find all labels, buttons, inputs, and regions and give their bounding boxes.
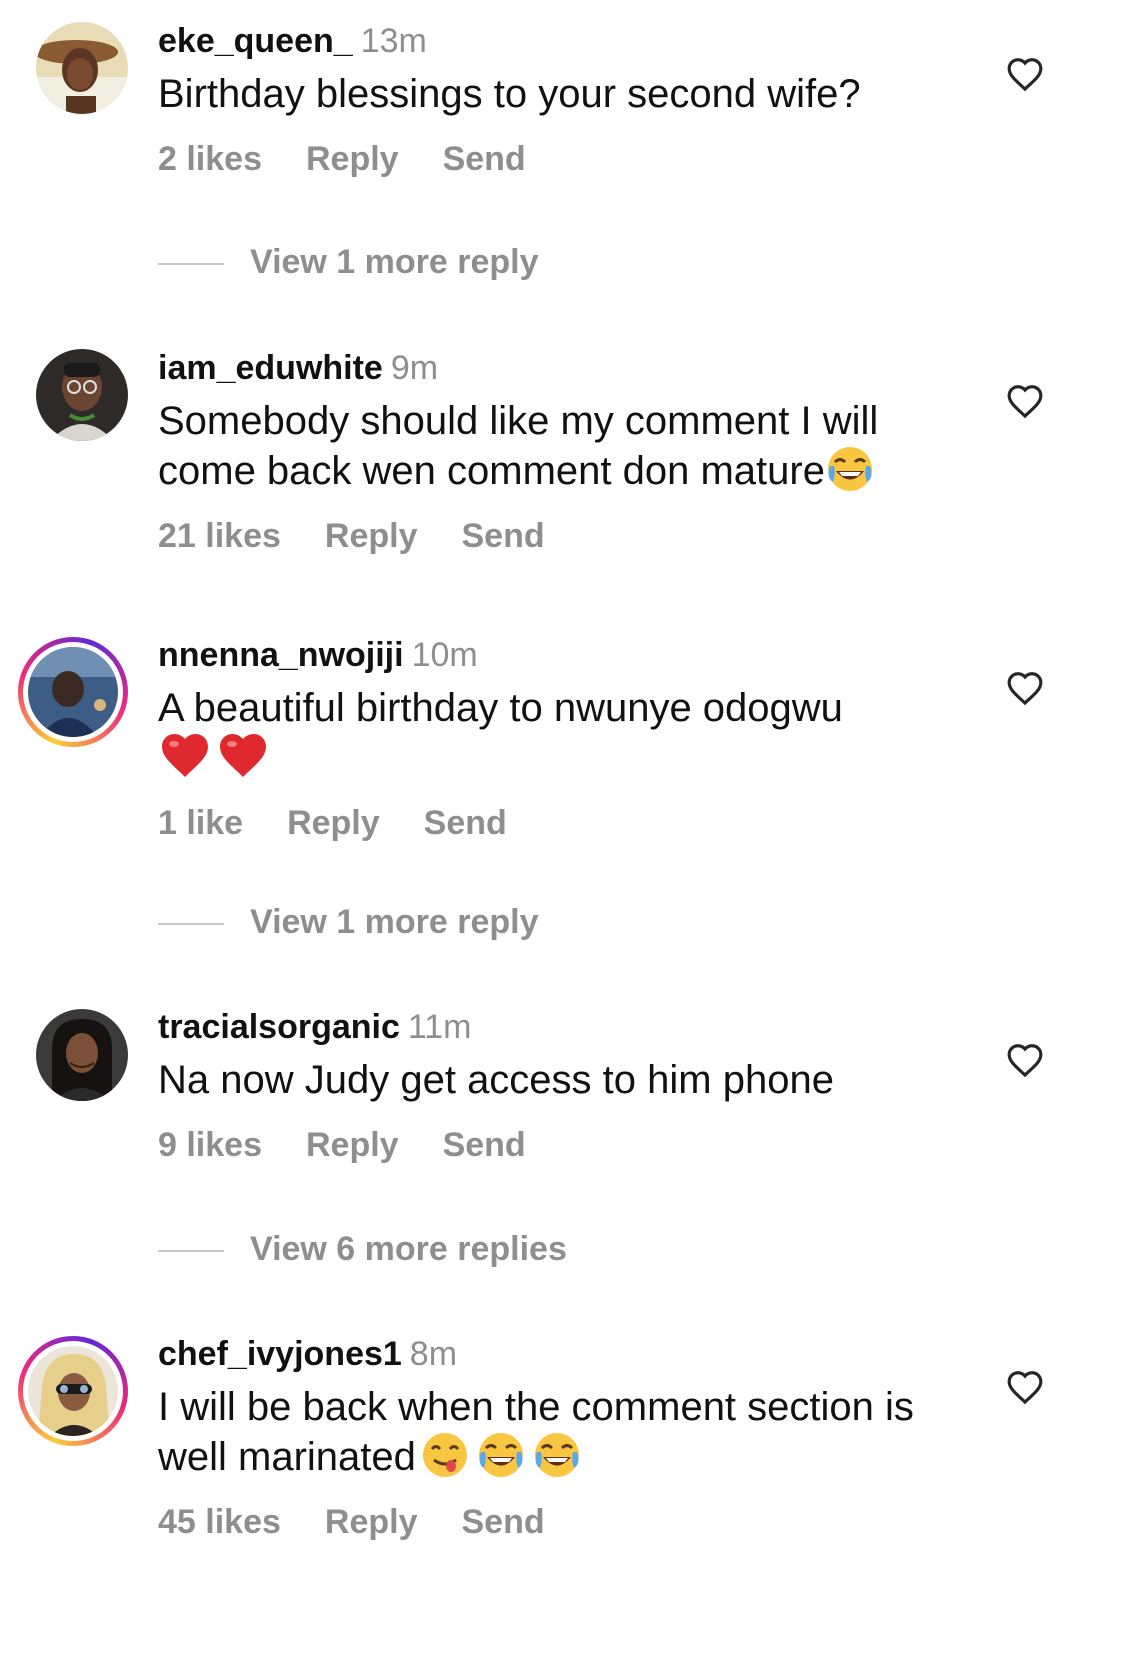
like-heart-icon[interactable] bbox=[1006, 670, 1044, 706]
avatar[interactable] bbox=[36, 1009, 128, 1101]
comment-text: A beautiful birthday to nwunye odogwu bbox=[158, 685, 958, 781]
view-more-replies-button[interactable]: View 1 more reply bbox=[158, 243, 539, 287]
timestamp: 11m bbox=[407, 1008, 472, 1046]
view-more-replies-button[interactable]: View 6 more replies bbox=[158, 1230, 567, 1274]
reply-divider-line bbox=[158, 923, 224, 926]
joy-emoji-icon bbox=[532, 1430, 582, 1480]
comment-text: Birthday blessings to your second wife? bbox=[158, 71, 958, 117]
view-more-replies-button[interactable]: View 1 more reply bbox=[158, 903, 539, 947]
timestamp: 9m bbox=[390, 349, 439, 387]
avatar-image bbox=[36, 349, 128, 441]
likes-count[interactable]: 2 likes bbox=[158, 140, 262, 178]
view-more-replies-label[interactable]: View 1 more reply bbox=[250, 903, 539, 941]
red-heart-emoji-icon bbox=[160, 731, 210, 781]
comment-actions: 1 like Reply Send bbox=[158, 804, 958, 843]
comment-actions: 2 likes Reply Send bbox=[158, 140, 958, 179]
likes-count[interactable]: 9 likes bbox=[158, 1126, 262, 1164]
like-heart-icon[interactable] bbox=[1006, 1042, 1044, 1078]
avatar-image bbox=[36, 1009, 128, 1101]
reply-button[interactable]: Reply bbox=[306, 1126, 399, 1164]
reply-button[interactable]: Reply bbox=[325, 517, 418, 555]
send-button[interactable]: Send bbox=[443, 140, 526, 178]
avatar-photo-icon bbox=[36, 349, 128, 441]
comment-text-content: A beautiful birthday to nwunye odogwu bbox=[158, 686, 843, 730]
send-button[interactable]: Send bbox=[461, 517, 544, 555]
joy-emoji-icon bbox=[476, 1430, 526, 1480]
comment-text-content: Birthday blessings to your second wife? bbox=[158, 72, 861, 116]
username[interactable]: iam_eduwhite bbox=[158, 349, 383, 387]
likes-count[interactable]: 1 like bbox=[158, 804, 243, 842]
view-more-replies-label[interactable]: View 6 more replies bbox=[250, 1230, 567, 1268]
reply-divider-line bbox=[158, 263, 224, 266]
avatar-photo-icon bbox=[28, 647, 118, 737]
avatar-image bbox=[28, 647, 118, 737]
view-more-replies-label[interactable]: View 1 more reply bbox=[250, 243, 539, 281]
comment-actions: 21 likes Reply Send bbox=[158, 517, 958, 556]
avatar-image bbox=[36, 22, 128, 114]
comment-text-content: Somebody should like my comment I will c… bbox=[158, 399, 879, 493]
avatar-story-ring[interactable] bbox=[18, 1336, 128, 1446]
likes-count[interactable]: 21 likes bbox=[158, 517, 281, 555]
avatar-photo-icon bbox=[36, 1009, 128, 1101]
username[interactable]: tracialsorganic bbox=[158, 1008, 400, 1046]
comment-actions: 45 likes Reply Send bbox=[158, 1503, 958, 1542]
timestamp: 10m bbox=[411, 636, 478, 674]
yum-emoji-icon bbox=[420, 1430, 470, 1480]
username[interactable]: chef_ivyjones1 bbox=[158, 1335, 402, 1373]
avatar-photo-icon bbox=[28, 1346, 118, 1436]
reply-button[interactable]: Reply bbox=[287, 804, 380, 842]
timestamp: 13m bbox=[360, 22, 427, 60]
send-button[interactable]: Send bbox=[443, 1126, 526, 1164]
send-button[interactable]: Send bbox=[461, 1503, 544, 1541]
joy-emoji-icon bbox=[825, 444, 875, 494]
avatar[interactable] bbox=[36, 22, 128, 114]
reply-divider-line bbox=[158, 1250, 224, 1253]
reply-button[interactable]: Reply bbox=[306, 140, 399, 178]
like-heart-icon[interactable] bbox=[1006, 56, 1044, 92]
comment-text: I will be back when the comment section … bbox=[158, 1384, 918, 1480]
comment-actions: 9 likes Reply Send bbox=[158, 1126, 958, 1165]
red-heart-emoji-icon bbox=[218, 731, 268, 781]
like-heart-icon[interactable] bbox=[1006, 1369, 1044, 1405]
avatar-photo-icon bbox=[36, 22, 128, 114]
reply-button[interactable]: Reply bbox=[325, 1503, 418, 1541]
avatar-story-ring[interactable] bbox=[18, 637, 128, 747]
comment-text: Na now Judy get access to him phone bbox=[158, 1057, 958, 1103]
comment-text: Somebody should like my comment I will c… bbox=[158, 398, 928, 494]
avatar-image bbox=[28, 1346, 118, 1436]
likes-count[interactable]: 45 likes bbox=[158, 1503, 281, 1541]
avatar[interactable] bbox=[36, 349, 128, 441]
username[interactable]: eke_queen_ bbox=[158, 22, 353, 60]
timestamp: 8m bbox=[409, 1335, 458, 1373]
comment-text-content: Na now Judy get access to him phone bbox=[158, 1058, 834, 1102]
send-button[interactable]: Send bbox=[424, 804, 507, 842]
like-heart-icon[interactable] bbox=[1006, 383, 1044, 419]
username[interactable]: nnenna_nwojiji bbox=[158, 636, 404, 674]
